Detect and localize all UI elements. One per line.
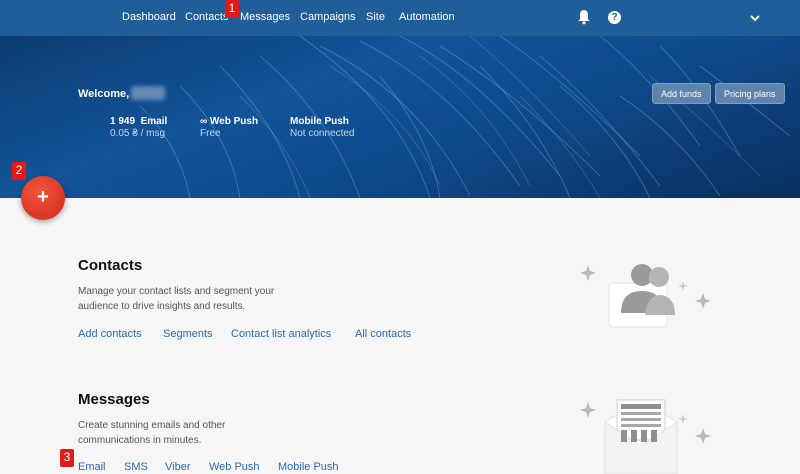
nav-dashboard[interactable]: Dashboard <box>122 11 176 23</box>
email-link[interactable]: Email <box>78 461 106 473</box>
email-price: 0.05 ₴ / msg <box>110 128 166 139</box>
contacts-description: Manage your contact lists and segment yo… <box>78 286 275 312</box>
chevron-down-icon[interactable] <box>750 10 760 22</box>
email-balance-label: Email <box>140 116 168 127</box>
web-push-label: Web Push <box>209 116 259 127</box>
web-push-balance: ∞ Web Push Free <box>200 116 258 140</box>
messages-description: Create stunning emails and other communi… <box>78 420 226 446</box>
create-new-button[interactable]: + <box>21 176 65 220</box>
help-icon[interactable]: ? <box>608 11 621 24</box>
welcome-text: Welcome, <box>78 88 130 100</box>
annotation-marker-2: 2 <box>12 162 26 180</box>
nav-automation[interactable]: Automation <box>399 11 455 23</box>
nav-messages[interactable]: Messages <box>240 11 290 23</box>
annotation-marker-1: 1 <box>225 0 239 18</box>
mobile-push-link[interactable]: Mobile Push <box>278 461 339 473</box>
segments-link[interactable]: Segments <box>163 328 213 340</box>
add-contacts-link[interactable]: Add contacts <box>78 328 142 340</box>
mobile-push-balance: Mobile Push Not connected <box>290 116 355 140</box>
infinity-value: ∞ <box>200 116 208 127</box>
pricing-plans-button[interactable]: Pricing plans <box>715 83 785 104</box>
email-balance: 1 949 Email 0.05 ₴ / msg <box>110 116 167 140</box>
web-push-link[interactable]: Web Push <box>209 461 260 473</box>
contact-list-analytics-link[interactable]: Contact list analytics <box>231 328 331 340</box>
email-balance-value: 1 949 <box>110 116 136 127</box>
messages-title: Messages <box>78 391 150 408</box>
mobile-push-label: Mobile Push <box>290 116 349 127</box>
contacts-illustration <box>580 264 711 328</box>
add-funds-button[interactable]: Add funds <box>652 83 711 104</box>
nav-campaigns[interactable]: Campaigns <box>300 11 356 23</box>
annotation-marker-3: 3 <box>60 449 74 467</box>
all-contacts-link[interactable]: All contacts <box>355 328 411 340</box>
bell-icon[interactable] <box>577 9 591 30</box>
web-push-status: Free <box>200 128 221 139</box>
nav-contacts[interactable]: Contacts <box>185 11 228 23</box>
nav-site[interactable]: Site <box>366 11 385 23</box>
messages-illustration <box>580 399 711 474</box>
sms-link[interactable]: SMS <box>124 461 148 473</box>
user-name-redacted <box>131 86 165 100</box>
top-navigation: Dashboard Contacts Messages Campaigns Si… <box>0 0 800 36</box>
hero-banner: Welcome, 1 949 Email 0.05 ₴ / msg ∞ Web … <box>0 36 800 198</box>
mobile-push-status: Not connected <box>290 128 355 139</box>
viber-link[interactable]: Viber <box>165 461 190 473</box>
contacts-title: Contacts <box>78 257 143 274</box>
